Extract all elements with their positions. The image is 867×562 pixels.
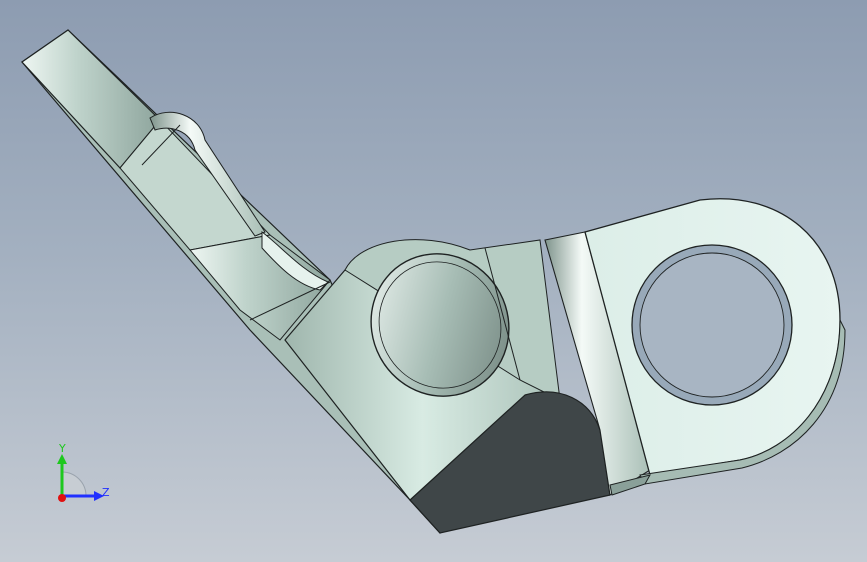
y-axis-arrow-icon bbox=[57, 454, 67, 464]
y-axis-label: Y bbox=[58, 442, 66, 455]
x-axis-dot-icon bbox=[58, 494, 66, 502]
triad-quarter-disc bbox=[61, 471, 87, 497]
part-model[interactable] bbox=[0, 0, 867, 562]
3d-viewport[interactable]: Y Z bbox=[0, 0, 867, 562]
z-axis-label: Z bbox=[102, 486, 110, 499]
orientation-triad: Y Z bbox=[57, 442, 110, 502]
